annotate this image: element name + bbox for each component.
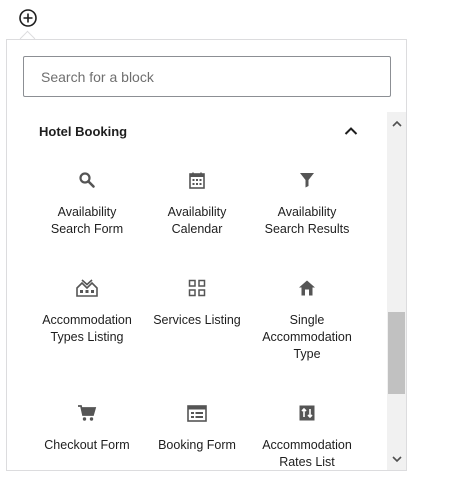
block-label: Availability Search Results [264,205,350,236]
block-label: Availability Calendar [167,205,227,236]
scroll-up-button[interactable] [387,114,406,132]
block-label: Checkout Form [44,438,130,452]
buildings-icon [76,279,98,297]
chevron-down-icon [391,455,402,462]
block-label: Accommodation Types Listing [42,313,132,344]
search-field[interactable] [23,56,391,97]
chevron-up-icon [391,120,402,127]
panel-title: Hotel Booking [39,123,128,139]
block-accommodation-types-listing[interactable]: Accommodation Types Listing [32,276,142,346]
sort-icon [299,405,315,421]
collapse-toggle-button[interactable] [341,121,361,141]
calendar-icon [189,172,205,189]
filter-icon [300,173,314,188]
scrollbar[interactable] [387,112,406,470]
grid-icon [188,279,206,297]
block-label: Booking Form [158,438,236,452]
scrollbar-thumb[interactable] [388,312,405,394]
block-availability-calendar[interactable]: Availability Calendar [142,168,252,238]
block-label: Availability Search Form [50,205,124,236]
block-availability-search-form[interactable]: Availability Search Form [32,168,142,238]
panel-header[interactable]: Hotel Booking [39,119,361,143]
search-input[interactable] [39,67,390,86]
cart-icon [78,405,97,421]
block-services-listing[interactable]: Services Listing [142,276,252,329]
block-accommodation-rates-list[interactable]: Accommodation Rates List [252,401,362,470]
block-label: Single Accommodation Type [262,313,352,361]
form-icon [187,404,207,422]
scroll-down-button[interactable] [387,450,406,468]
block-label: Accommodation Rates List [262,438,352,469]
inserter-toggle-button[interactable] [17,7,39,29]
search-icon [79,172,95,188]
block-inserter-popover: Hotel Booking Availability Search Form [6,39,407,471]
block-availability-search-results[interactable]: Availability Search Results [252,168,362,238]
block-checkout-form[interactable]: Checkout Form [32,401,142,454]
block-single-accommodation-type[interactable]: Single Accommodation Type [252,276,362,363]
block-booking-form[interactable]: Booking Form [142,401,252,454]
chevron-up-icon [344,127,358,135]
home-icon [299,280,315,296]
block-label: Services Listing [153,313,241,327]
plus-circle-icon [19,9,37,27]
